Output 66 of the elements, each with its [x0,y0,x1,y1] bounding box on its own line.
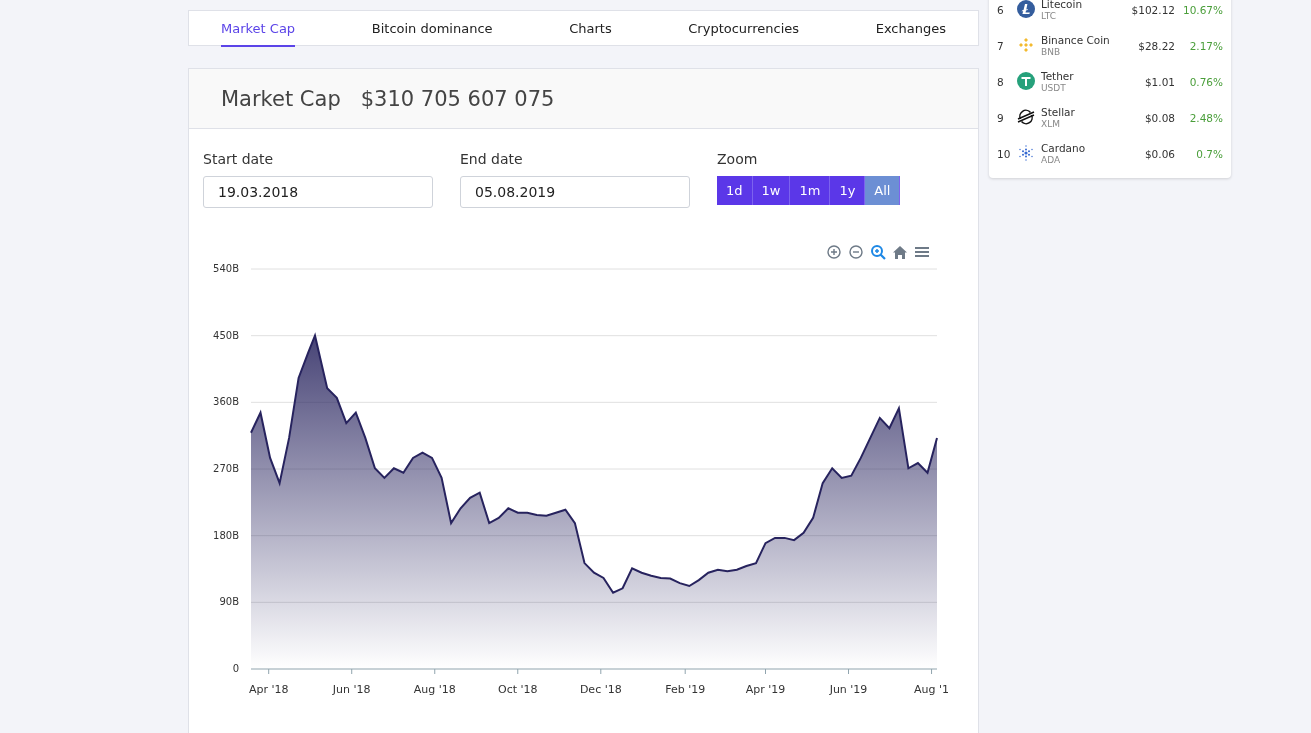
zoom-out-icon[interactable] [848,244,864,260]
rank-number: 8 [997,76,1005,88]
x-axis-label: Jun '18 [332,683,371,696]
tether-coin-icon [1017,72,1035,90]
field-label: Zoom [717,151,759,167]
y-axis-label: 540B [213,263,239,274]
binance-coin-icon [1017,36,1035,54]
coin-symbol: LTC [1041,10,1058,22]
zoom-button[interactable]: 1y [830,176,866,205]
coin-name: Stellar [1041,106,1076,118]
x-axis-label: Feb '19 [665,683,706,696]
nav-tab[interactable]: Charts [569,11,612,47]
x-axis-label: Jun '19 [829,683,868,696]
nav-tab[interactable]: Cryptocurrencies [688,11,800,47]
coin-symbol: USDT [1041,82,1067,94]
zoom-button[interactable]: 1m [790,176,831,205]
coin-name: Litecoin [1041,0,1084,10]
rank-number: 10 [997,148,1012,160]
coin-price: $1.01 [1143,76,1175,88]
nav-tab[interactable]: Market Cap [221,11,296,47]
rank-number: 7 [997,40,1005,52]
rank-number: 6 [997,4,1005,16]
x-axis-label: Oct '18 [498,683,538,696]
field-label: End date [460,151,524,167]
coin-price: $28.22 [1137,40,1175,52]
zoom-button[interactable]: 1d [717,176,753,205]
coin-symbol: ADA [1041,154,1062,166]
nav-tab[interactable]: Bitcoin dominance [371,11,493,47]
market-cap-value: $310 705 607 075 [360,86,555,111]
coin-name: Cardano [1041,142,1087,154]
menu-icon[interactable] [914,244,930,260]
date-field[interactable]: 05.08.2019 [460,176,690,208]
zoom-button[interactable]: 1w [752,176,791,205]
y-axis-label: 450B [213,329,239,341]
cardano-coin-icon [1017,144,1035,162]
y-axis-label: 0 [232,663,239,674]
price-change: 0.7% [1195,148,1223,160]
stellar-coin-icon [1017,108,1035,126]
zoom-icon[interactable] [870,244,886,260]
field-label: Start date [203,151,275,167]
home-icon[interactable] [892,244,908,260]
nav-tab[interactable]: Exchanges [875,11,946,47]
coin-name: Binance Coin [1041,34,1111,46]
y-axis-label: 90B [219,596,239,608]
x-axis-label: Aug '18 [413,683,456,696]
x-axis-label: Apr '18 [248,683,289,696]
x-axis-label: Apr '19 [745,683,786,696]
coin-name: Tether [1041,70,1075,82]
y-axis-label: 360B [213,396,239,408]
coin-symbol: BNB [1041,46,1062,58]
price-change: 2.48% [1188,112,1223,124]
card-title: Market Cap [221,86,341,111]
coin-price: $0.06 [1143,148,1175,160]
rank-number: 9 [997,112,1005,124]
x-axis-label: Dec '18 [579,683,622,696]
y-axis-label: 180B [213,529,239,541]
zoom-in-icon[interactable] [826,244,842,260]
price-change: 2.17% [1188,40,1223,52]
x-axis-label: Aug '1 [914,683,950,696]
price-change: 10.67% [1181,4,1223,16]
coin-price: $102.12 [1130,4,1175,16]
date-field[interactable]: 19.03.2018 [203,176,433,208]
price-change: 0.76% [1188,76,1223,88]
coin-symbol: XLM [1041,118,1061,130]
coin-price: $0.08 [1143,112,1175,124]
y-axis-label: 270B [213,463,239,474]
